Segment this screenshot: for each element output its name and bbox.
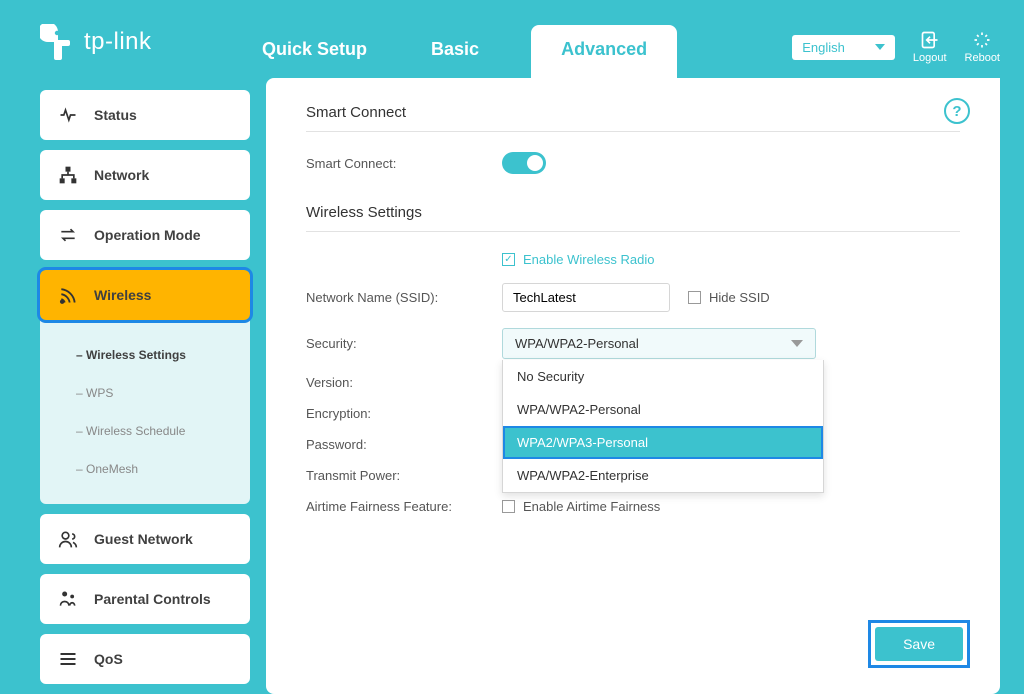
sidebar: Status Network Operation Mode Wireless –… <box>40 90 250 694</box>
smart-connect-label: Smart Connect: <box>306 156 502 171</box>
brand-logo: tp-link <box>40 24 250 60</box>
save-highlight: Save <box>868 620 970 668</box>
smart-connect-title: Smart Connect <box>306 104 960 132</box>
security-option-no-security[interactable]: No Security <box>503 360 823 393</box>
airtime-fairness-checkbox[interactable]: ✓ Enable Airtime Fairness <box>502 499 660 514</box>
smart-connect-toggle[interactable] <box>502 152 546 174</box>
wifi-icon <box>58 285 78 305</box>
sidebar-item-operation-mode[interactable]: Operation Mode <box>40 210 250 260</box>
main-panel: ? Smart Connect Smart Connect: Wireless … <box>266 78 1000 694</box>
reboot-button[interactable]: Reboot <box>965 30 1000 64</box>
security-option-wpa2-wpa3-personal[interactable]: WPA2/WPA3-Personal <box>503 426 823 459</box>
save-button[interactable]: Save <box>875 627 963 661</box>
version-label: Version: <box>306 375 502 390</box>
airtime-fairness-label: Airtime Fairness Feature: <box>306 499 502 514</box>
language-value: English <box>802 40 845 55</box>
security-dropdown: No Security WPA/WPA2-Personal WPA2/WPA3-… <box>502 360 824 493</box>
sidebar-item-network[interactable]: Network <box>40 150 250 200</box>
tplink-logo-icon <box>40 24 76 60</box>
network-icon <box>58 165 78 185</box>
tab-basic[interactable]: Basic <box>419 25 491 78</box>
brand-name: tp-link <box>84 28 152 56</box>
checkbox-icon: ✓ <box>688 291 701 304</box>
swap-icon <box>58 225 78 245</box>
transmit-power-label: Transmit Power: <box>306 468 502 483</box>
guest-icon <box>58 529 78 549</box>
tab-advanced[interactable]: Advanced <box>531 25 677 78</box>
wireless-settings-title: Wireless Settings <box>306 204 960 232</box>
password-label: Password: <box>306 437 502 452</box>
help-button[interactable]: ? <box>944 98 970 124</box>
security-option-wpa-wpa2-personal[interactable]: WPA/WPA2-Personal <box>503 393 823 426</box>
encryption-label: Encryption: <box>306 406 502 421</box>
sidebar-item-wireless[interactable]: Wireless <box>40 270 250 320</box>
reboot-icon <box>971 30 993 50</box>
ssid-input[interactable] <box>502 283 670 312</box>
check-icon: ✓ <box>502 253 515 266</box>
enable-wireless-radio-checkbox[interactable]: ✓ Enable Wireless Radio <box>502 252 655 267</box>
security-option-wpa-wpa2-enterprise[interactable]: WPA/WPA2-Enterprise <box>503 459 823 492</box>
subnav-wireless-settings[interactable]: – Wireless Settings <box>76 336 250 374</box>
security-select[interactable]: WPA/WPA2-Personal <box>502 328 816 359</box>
security-label: Security: <box>306 336 502 351</box>
sidebar-item-status[interactable]: Status <box>40 90 250 140</box>
logout-button[interactable]: Logout <box>913 30 947 64</box>
subnav-wireless-schedule[interactable]: – Wireless Schedule <box>76 412 250 450</box>
language-select[interactable]: English <box>792 35 895 60</box>
sidebar-item-parental-controls[interactable]: Parental Controls <box>40 574 250 624</box>
tab-quick-setup[interactable]: Quick Setup <box>250 25 379 78</box>
subnav-onemesh[interactable]: – OneMesh <box>76 450 250 488</box>
qos-icon <box>58 649 78 669</box>
hide-ssid-checkbox[interactable]: ✓ Hide SSID <box>688 290 770 305</box>
main-tabs: Quick Setup Basic Advanced <box>250 0 677 78</box>
sidebar-item-guest-network[interactable]: Guest Network <box>40 514 250 564</box>
pulse-icon <box>58 105 78 125</box>
checkbox-icon: ✓ <box>502 500 515 513</box>
subnav-wps[interactable]: – WPS <box>76 374 250 412</box>
sidebar-item-qos[interactable]: QoS <box>40 634 250 684</box>
parental-icon <box>58 589 78 609</box>
logout-icon <box>919 30 941 50</box>
ssid-label: Network Name (SSID): <box>306 290 502 305</box>
wireless-submenu: – Wireless Settings – WPS – Wireless Sch… <box>40 320 250 504</box>
